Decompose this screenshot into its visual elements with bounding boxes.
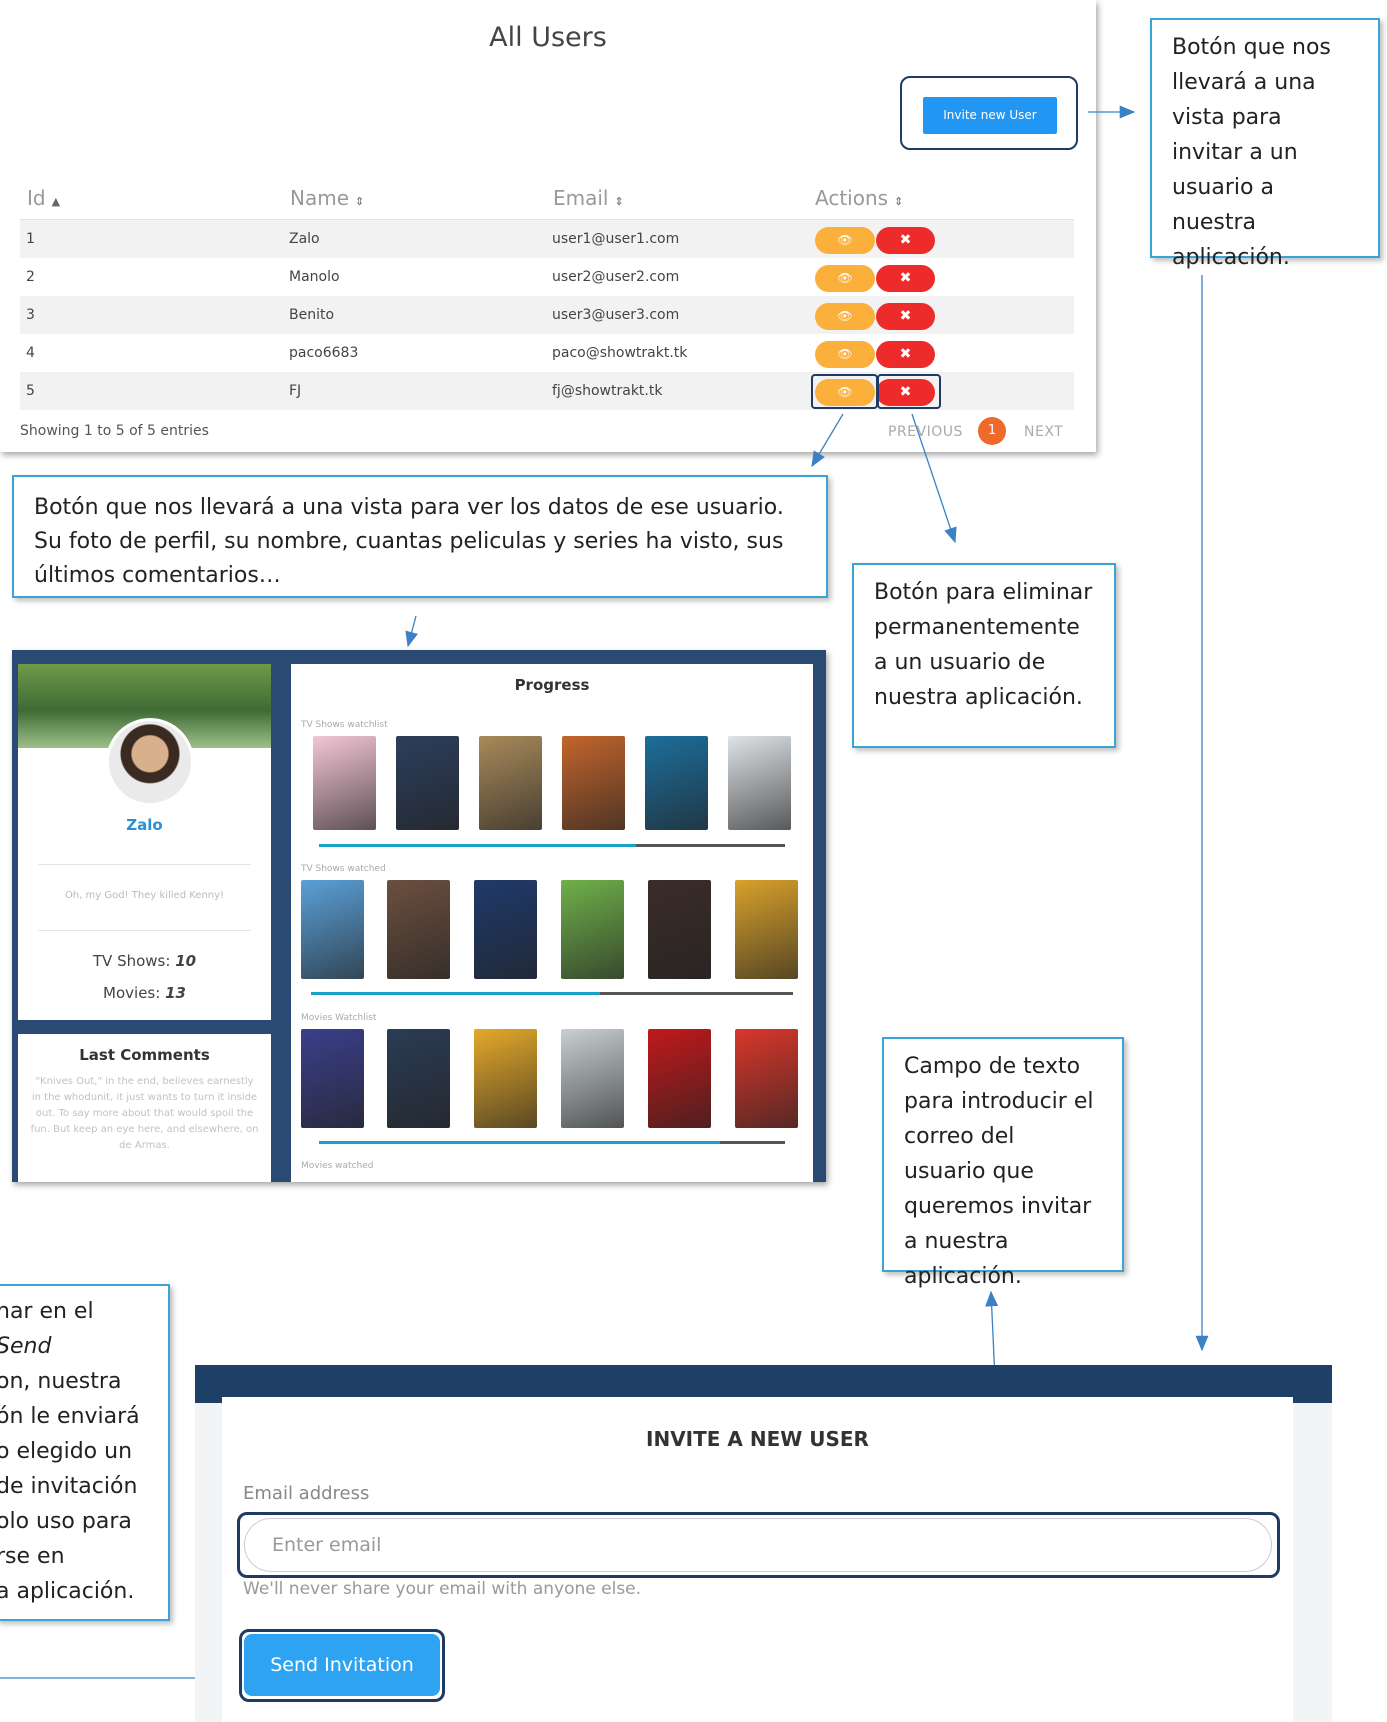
progress-card: Progress TV Shows watchlist TV Shows wat… [291,664,813,1182]
poster[interactable] [474,1029,537,1128]
poster[interactable] [648,1029,711,1128]
poster-row [291,736,813,836]
section-label: Movies Watchlist [301,1013,377,1023]
section-label: TV Shows watched [301,864,386,874]
profile-name: Zalo [126,816,163,834]
movies-count: Movies: 13 [103,984,186,1002]
progress-fill [319,1141,720,1144]
poster[interactable] [479,736,542,830]
section-label: TV Shows watchlist [301,720,388,730]
section-label: Movies watched [301,1161,374,1171]
poster[interactable] [301,1029,364,1128]
poster[interactable] [728,736,791,830]
email-help-text: We'll never share your email with anyone… [243,1579,642,1599]
poster[interactable] [561,1029,624,1128]
avatar [106,718,194,806]
poster[interactable] [562,736,625,830]
poster[interactable] [645,736,708,830]
poster[interactable] [648,880,711,979]
progress-bar [319,1141,785,1144]
poster[interactable] [387,880,450,979]
send-invitation-button[interactable]: Send Invitation [244,1634,440,1696]
profile-card: Zalo Oh, my God! They killed Kenny! TV S… [18,664,271,1020]
progress-fill [311,992,601,995]
poster-row [291,1029,813,1129]
poster[interactable] [313,736,376,830]
poster[interactable] [396,736,459,830]
comment-text: "Knives Out," in the end, believes earne… [30,1076,259,1151]
invite-title: INVITE A NEW USER [646,1427,869,1451]
invite-card: INVITE A NEW USER Email address We'll ne… [222,1397,1293,1722]
email-input[interactable] [244,1518,1272,1572]
invite-user-view: INVITE A NEW USER Email address We'll ne… [195,1365,1332,1722]
divider [38,930,251,931]
email-label: Email address [243,1483,370,1504]
poster[interactable] [735,1029,798,1128]
poster[interactable] [474,880,537,979]
tv-shows-count: TV Shows: 10 [92,952,197,970]
progress-bar [311,992,793,995]
poster[interactable] [735,880,798,979]
divider [38,864,251,865]
progress-title: Progress [514,676,590,694]
progress-bar [319,844,785,847]
progress-fill [319,844,636,847]
profile-quote: Oh, my God! They killed Kenny! [64,890,225,901]
comments-title: Last Comments [79,1046,210,1064]
user-profile-view: Zalo Oh, my God! They killed Kenny! TV S… [12,650,826,1182]
poster[interactable] [387,1029,450,1128]
poster[interactable] [301,880,364,979]
poster[interactable] [561,880,624,979]
poster-row [291,880,813,980]
last-comments-card: Last Comments "Knives Out," in the end, … [18,1034,271,1182]
